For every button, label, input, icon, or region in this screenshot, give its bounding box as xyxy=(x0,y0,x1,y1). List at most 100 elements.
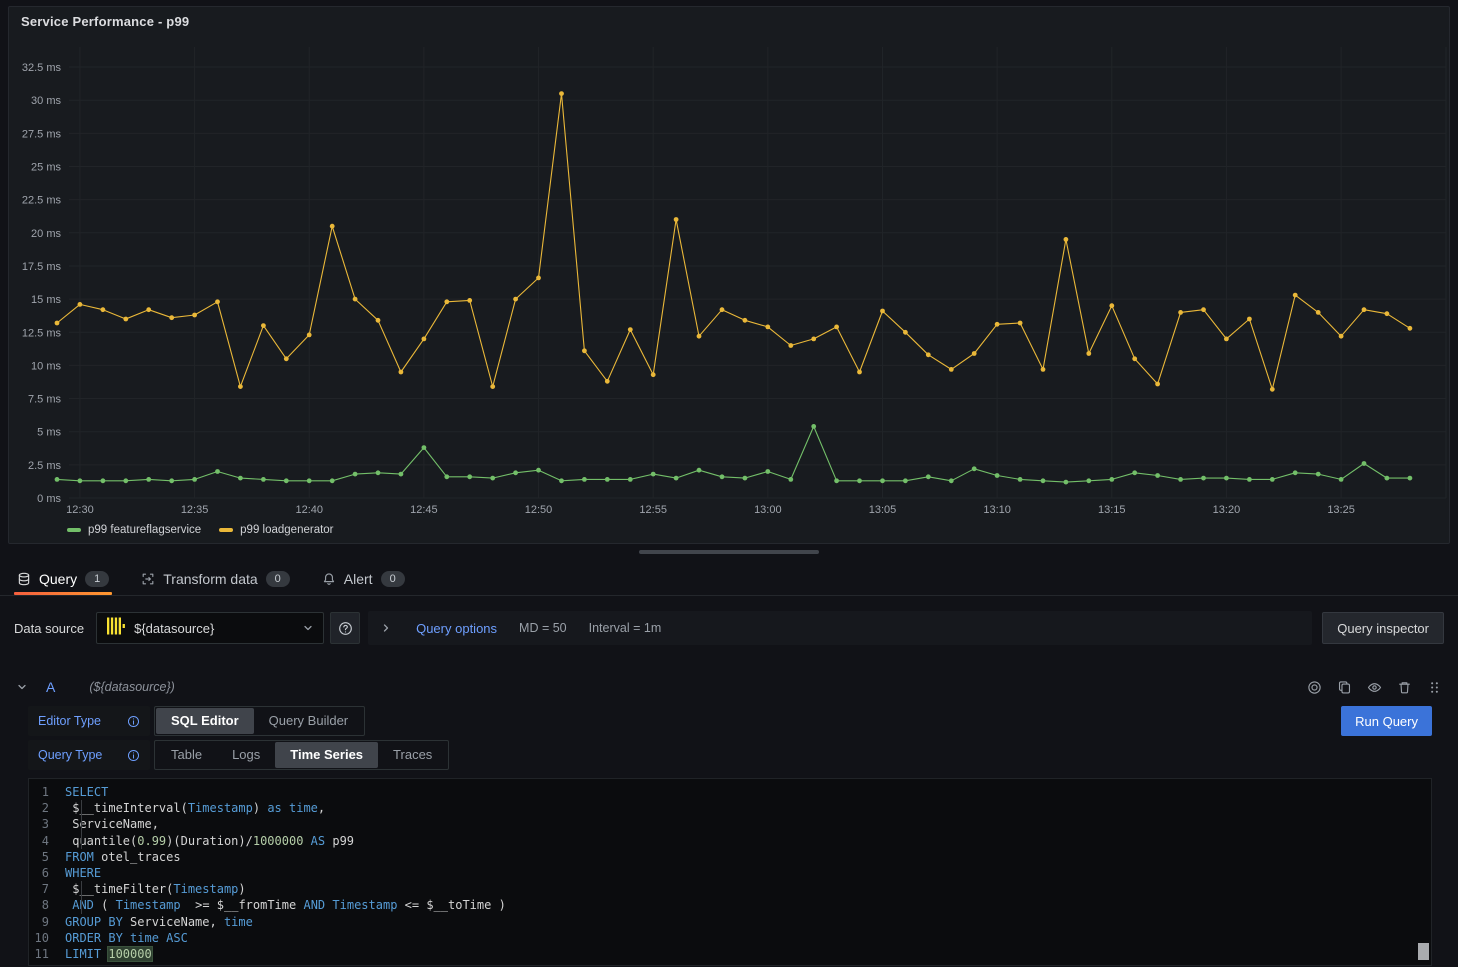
sql-line-10[interactable]: 10ORDER BY time ASC xyxy=(29,930,1431,946)
svg-text:10 ms: 10 ms xyxy=(31,360,61,372)
series-line-p99-featureflagservice xyxy=(57,426,1410,482)
svg-text:13:10: 13:10 xyxy=(983,504,1011,516)
svg-text:5 ms: 5 ms xyxy=(37,427,61,439)
editor-type-label-text: Editor Type xyxy=(38,714,101,728)
sql-line-3[interactable]: 3 ServiceName, xyxy=(29,816,1431,832)
svg-text:17.5 ms: 17.5 ms xyxy=(22,261,62,273)
tab-label: Query xyxy=(39,571,77,587)
sql-line-11[interactable]: 11LIMIT 100000 xyxy=(29,946,1431,962)
query-type-radio-group: TableLogsTime SeriesTraces xyxy=(154,740,449,770)
chart-legend: p99 featureflagservice p99 loadgenerator xyxy=(9,519,1449,541)
query-row-actions xyxy=(1307,680,1442,695)
editor-type-row: Editor Type SQL EditorQuery Builder Run … xyxy=(28,706,1432,736)
svg-text:15 ms: 15 ms xyxy=(31,294,61,306)
info-icon[interactable] xyxy=(127,715,140,728)
legend-item-p99-featureflagservice[interactable]: p99 featureflagservice xyxy=(67,524,201,536)
indent-guide xyxy=(81,816,82,832)
interval-stat: Interval = 1m xyxy=(589,621,662,635)
line-number: 9 xyxy=(29,914,65,930)
line-number: 11 xyxy=(29,946,65,962)
query-type-label-text: Query Type xyxy=(38,748,102,762)
query-inspector-button[interactable]: Query inspector xyxy=(1322,612,1444,644)
query-type-option-logs[interactable]: Logs xyxy=(217,742,275,768)
svg-text:13:05: 13:05 xyxy=(869,504,897,516)
indent-guide xyxy=(81,881,82,897)
datasource-picker[interactable]: ${datasource} xyxy=(96,612,324,644)
svg-text:0 ms: 0 ms xyxy=(37,493,61,505)
svg-text:22.5 ms: 22.5 ms xyxy=(22,195,62,207)
eye-icon[interactable] xyxy=(1367,680,1382,695)
query-options-link[interactable]: Query options xyxy=(416,621,497,636)
datasource-value: ${datasource} xyxy=(134,621,294,636)
legend-item-p99-loadgenerator[interactable]: p99 loadgenerator xyxy=(219,524,333,536)
drag-handle-icon[interactable] xyxy=(1427,680,1442,695)
editor-scrollbar-thumb[interactable] xyxy=(1418,943,1429,960)
query-type-row: Query Type TableLogsTime SeriesTraces xyxy=(28,740,1432,770)
datasource-label: Data source xyxy=(14,621,84,636)
sql-code-editor[interactable]: 1SELECT2 $__timeInterval(Timestamp) as t… xyxy=(28,778,1432,966)
tab-label: Alert xyxy=(344,571,373,587)
tab-count-badge: 1 xyxy=(85,571,109,587)
tab-alert[interactable]: Alert 0 xyxy=(319,562,408,595)
datasource-help-button[interactable] xyxy=(330,612,360,644)
sql-line-8[interactable]: 8 AND ( Timestamp >= $__fromTime AND Tim… xyxy=(29,897,1431,913)
tab-count-badge: 0 xyxy=(266,571,290,587)
indent-guide xyxy=(81,897,82,913)
time-series-chart[interactable]: 0 ms2.5 ms5 ms7.5 ms10 ms12.5 ms15 ms17.… xyxy=(9,33,1449,519)
process-icon xyxy=(141,572,155,586)
svg-text:12:35: 12:35 xyxy=(181,504,209,516)
record-icon[interactable] xyxy=(1307,680,1322,695)
legend-label: p99 loadgenerator xyxy=(240,524,333,536)
svg-text:30 ms: 30 ms xyxy=(31,95,61,107)
query-tabs-bar: Query 1 Transform data 0 Alert 0 xyxy=(0,562,1458,596)
line-number: 5 xyxy=(29,849,65,865)
svg-text:12.5 ms: 12.5 ms xyxy=(22,327,62,339)
line-number: 1 xyxy=(29,784,65,800)
tab-count-badge: 0 xyxy=(381,571,405,587)
svg-text:12:30: 12:30 xyxy=(66,504,94,516)
tab-transform-data[interactable]: Transform data 0 xyxy=(138,562,293,595)
line-number: 10 xyxy=(29,930,65,946)
svg-text:12:55: 12:55 xyxy=(639,504,667,516)
bell-icon xyxy=(322,572,336,586)
copy-icon[interactable] xyxy=(1337,680,1352,695)
sql-line-9[interactable]: 9GROUP BY ServiceName, time xyxy=(29,914,1431,930)
sql-line-1[interactable]: 1SELECT xyxy=(29,784,1431,800)
query-datasource-ref: (${datasource}) xyxy=(89,680,174,694)
query-type-option-traces[interactable]: Traces xyxy=(378,742,447,768)
sql-line-5[interactable]: 5FROM otel_traces xyxy=(29,849,1431,865)
tab-query[interactable]: Query 1 xyxy=(14,562,112,595)
query-type-option-table[interactable]: Table xyxy=(156,742,217,768)
chevron-right-icon[interactable] xyxy=(380,622,392,634)
query-ref-id[interactable]: A xyxy=(46,679,55,695)
panel-title[interactable]: Service Performance - p99 xyxy=(9,7,1449,33)
editor-type-option-sql-editor[interactable]: SQL Editor xyxy=(156,708,254,734)
svg-text:13:00: 13:00 xyxy=(754,504,782,516)
svg-text:32.5 ms: 32.5 ms xyxy=(22,62,62,74)
sql-line-7[interactable]: 7 $__timeFilter(Timestamp) xyxy=(29,881,1431,897)
legend-swatch xyxy=(219,528,233,532)
info-icon[interactable] xyxy=(127,749,140,762)
line-number: 2 xyxy=(29,800,65,816)
query-editor: Editor Type SQL EditorQuery Builder Run … xyxy=(0,702,1458,966)
svg-text:2.5 ms: 2.5 ms xyxy=(28,460,62,472)
query-type-option-time-series[interactable]: Time Series xyxy=(275,742,378,768)
svg-text:12:45: 12:45 xyxy=(410,504,438,516)
legend-label: p99 featureflagservice xyxy=(88,524,201,536)
sql-line-6[interactable]: 6WHERE xyxy=(29,865,1431,881)
line-number: 3 xyxy=(29,816,65,832)
panel-resize-handle[interactable] xyxy=(639,550,819,554)
indent-guide xyxy=(81,800,82,816)
svg-text:27.5 ms: 27.5 ms xyxy=(22,128,62,140)
sql-line-2[interactable]: 2 $__timeInterval(Timestamp) as time, xyxy=(29,800,1431,816)
collapse-chevron-icon[interactable] xyxy=(16,681,28,693)
sql-line-4[interactable]: 4 quantile(0.99)(Duration)/1000000 AS p9… xyxy=(29,833,1431,849)
tab-label: Transform data xyxy=(163,571,257,587)
datasource-toolbar: Data source ${datasource} Query options … xyxy=(0,610,1458,646)
svg-text:13:25: 13:25 xyxy=(1327,504,1355,516)
query-options-strip: Query options MD = 50 Interval = 1m xyxy=(368,611,1312,645)
trash-icon[interactable] xyxy=(1397,680,1412,695)
editor-type-option-query-builder[interactable]: Query Builder xyxy=(254,708,363,734)
active-tab-indicator xyxy=(14,592,112,595)
run-query-button[interactable]: Run Query xyxy=(1341,706,1432,736)
